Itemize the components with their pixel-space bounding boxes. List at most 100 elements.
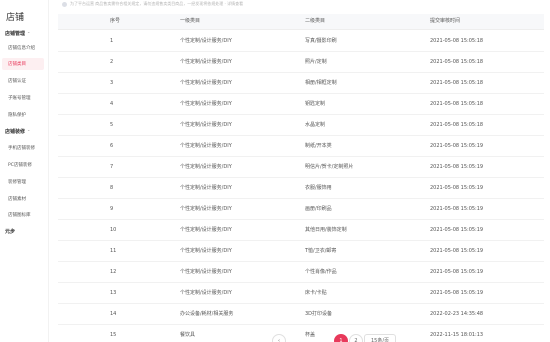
sidebar-item-sub-accounts[interactable]: 子账号管理 <box>8 95 31 101</box>
cell-submit-time: 2021-05-08 15:05:19 <box>430 143 484 149</box>
cell-secondary-category: 3D打印设备 <box>305 311 333 317</box>
sidebar-item-store-cert[interactable]: 店铺认证 <box>8 78 26 84</box>
column-header-primary-category: 一级类目 <box>180 18 201 24</box>
cell-submit-time: 2021-05-08 15:05:19 <box>430 164 484 170</box>
cell-secondary-category: 明信片/贺卡/定制照片 <box>305 164 354 170</box>
cell-submit-time: 2021-05-08 15:05:19 <box>430 290 484 296</box>
cell-secondary-category: 钥匙定制 <box>305 101 326 107</box>
nav-group-store-management[interactable]: 店铺管理 ⌃ <box>5 30 30 37</box>
chevron-up-icon: ⌃ <box>27 31 31 36</box>
sidebar-item-store-info[interactable]: 店铺信息介绍 <box>8 45 35 51</box>
cell-submit-time: 2021-05-08 15:05:18 <box>430 38 484 44</box>
cell-primary-category: 个性定制/设计服务/DIY <box>180 227 232 233</box>
table-row: 13 个性定制/设计服务/DIY 床卡/卡贴 2021-05-08 15:05:… <box>58 283 544 304</box>
table-row: 1 个性定制/设计服务/DIY 写真/摄影印刷 2021-05-08 15:05… <box>58 31 544 52</box>
table-header: 序号 一级类目 二级类目 提交审核时间 <box>58 14 544 30</box>
cell-index: 12 <box>110 269 117 275</box>
category-table: 序号 一级类目 二级类目 提交审核时间 1 个性定制/设计服务/DIY 写真/摄… <box>58 14 544 342</box>
cell-submit-time: 2021-05-08 15:05:18 <box>430 101 484 107</box>
cell-secondary-category: 衣服/服饰用 <box>305 185 332 191</box>
page-button-2[interactable]: 2 <box>349 334 363 342</box>
cell-secondary-category: 杯盖 <box>305 332 316 338</box>
sidebar-item-privacy[interactable]: 隐私保护 <box>8 112 26 118</box>
cell-secondary-category: 画册/印刷品 <box>305 206 332 212</box>
nav-group-misc[interactable]: 元步 <box>5 228 15 235</box>
sidebar-item-store-category[interactable]: 店铺类目 <box>8 61 26 67</box>
cell-primary-category: 个性定制/设计服务/DIY <box>180 248 232 254</box>
cell-submit-time: 2022-02-23 14:35:48 <box>430 311 484 317</box>
cell-index: 13 <box>110 290 117 296</box>
sidebar-item-decoration-manage[interactable]: 装修管理 <box>8 179 26 185</box>
sidebar-item-store-assets[interactable]: 店铺素材 <box>8 196 26 202</box>
cell-index: 6 <box>110 143 114 149</box>
cell-index: 4 <box>110 101 114 107</box>
cell-index: 2 <box>110 59 114 65</box>
cell-secondary-category: T恤/卫衣/邮寄 <box>305 248 337 254</box>
table-row: 14 办公设备/耗材/相关服务 3D打印设备 2022-02-23 14:35:… <box>58 304 544 325</box>
sidebar-item-pc-decoration[interactable]: PC店铺装修 <box>8 162 32 168</box>
cell-secondary-category: 水晶定制 <box>305 122 326 128</box>
cell-primary-category: 个性定制/设计服务/DIY <box>180 206 232 212</box>
nav-group-label: 店铺装修 <box>5 129 26 135</box>
cell-index: 10 <box>110 227 117 233</box>
cell-index: 7 <box>110 164 114 170</box>
cell-primary-category: 个性定制/设计服务/DIY <box>180 80 232 86</box>
nav-group-store-decoration[interactable]: 店铺装修 ⌃ <box>5 128 30 135</box>
table-row: 9 个性定制/设计服务/DIY 画册/印刷品 2021-05-08 15:05:… <box>58 199 544 220</box>
cell-primary-category: 个性定制/设计服务/DIY <box>180 269 232 275</box>
cell-primary-category: 餐饮具 <box>180 332 196 338</box>
page-size-select[interactable]: 15条/页 <box>364 334 396 342</box>
table-row: 15 餐饮具 杯盖 2022-11-15 18:01:13 <box>58 325 544 342</box>
table-row: 12 个性定制/设计服务/DIY 个性肖像/作品 2021-05-08 15:0… <box>58 262 544 283</box>
cell-primary-category: 个性定制/设计服务/DIY <box>180 122 232 128</box>
cell-index: 14 <box>110 311 117 317</box>
column-header-secondary-category: 二级类目 <box>305 18 326 24</box>
breadcrumb-notice: 为了平台运营 商品售卖需符合相关规定，请勿违规售卖类目商品，一经发现将依规处理 … <box>62 0 542 8</box>
table-row: 11 个性定制/设计服务/DIY T恤/卫衣/邮寄 2021-05-08 15:… <box>58 241 544 262</box>
column-header-submit-time: 提交审核时间 <box>430 18 461 24</box>
cell-index: 9 <box>110 206 114 212</box>
sidebar: 店铺 店铺管理 ⌃ 店铺信息介绍 店铺类目 店铺认证 子账号管理 隐私保护 店铺装… <box>0 0 49 342</box>
cell-primary-category: 个性定制/设计服务/DIY <box>180 38 232 44</box>
cell-secondary-category: 写真/摄影印刷 <box>305 38 337 44</box>
table-row: 6 个性定制/设计服务/DIY 制纸/开本类 2021-05-08 15:05:… <box>58 136 544 157</box>
column-header-index: 序号 <box>110 18 121 24</box>
cell-submit-time: 2021-05-08 15:05:18 <box>430 122 484 128</box>
table-row: 4 个性定制/设计服务/DIY 钥匙定制 2021-05-08 15:05:18 <box>58 94 544 115</box>
cell-secondary-category: 床卡/卡贴 <box>305 290 327 296</box>
cell-index: 3 <box>110 80 114 86</box>
cell-primary-category: 个性定制/设计服务/DIY <box>180 143 232 149</box>
cell-primary-category: 个性定制/设计服务/DIY <box>180 101 232 107</box>
sidebar-item-store-icons[interactable]: 店铺图标库 <box>8 212 31 218</box>
prev-page-button[interactable]: ‹ <box>272 334 286 342</box>
chevron-up-icon: ⌃ <box>27 129 31 134</box>
cell-index: 11 <box>110 248 117 254</box>
cell-primary-category: 办公设备/耗材/相关服务 <box>180 311 234 317</box>
cell-index: 5 <box>110 122 114 128</box>
cell-submit-time: 2021-05-08 15:05:19 <box>430 206 484 212</box>
cell-index: 15 <box>110 332 117 338</box>
table-row: 2 个性定制/设计服务/DIY 照片/定制 2021-05-08 15:05:1… <box>58 52 544 73</box>
cell-primary-category: 个性定制/设计服务/DIY <box>180 164 232 170</box>
cell-primary-category: 个性定制/设计服务/DIY <box>180 59 232 65</box>
cell-submit-time: 2022-11-15 18:01:13 <box>430 332 484 338</box>
info-icon <box>62 1 67 7</box>
nav-group-label: 店铺管理 <box>5 31 26 37</box>
cell-secondary-category: 个性肖像/作品 <box>305 269 337 275</box>
brand-title: 店铺 <box>6 13 25 23</box>
sidebar-item-mobile-decoration[interactable]: 手机店铺装修 <box>8 145 35 151</box>
cell-primary-category: 个性定制/设计服务/DIY <box>180 185 232 191</box>
table-row: 3 个性定制/设计服务/DIY 相册/相框定制 2021-05-08 15:05… <box>58 73 544 94</box>
cell-submit-time: 2021-05-08 15:05:19 <box>430 248 484 254</box>
cell-submit-time: 2021-05-08 15:05:19 <box>430 227 484 233</box>
cell-submit-time: 2021-05-08 15:05:19 <box>430 185 484 191</box>
app-root: 店铺 店铺管理 ⌃ 店铺信息介绍 店铺类目 店铺认证 子账号管理 隐私保护 店铺装… <box>0 0 550 342</box>
cell-primary-category: 个性定制/设计服务/DIY <box>180 290 232 296</box>
table-row: 7 个性定制/设计服务/DIY 明信片/贺卡/定制照片 2021-05-08 1… <box>58 157 544 178</box>
page-button-1[interactable]: 1 <box>334 334 348 342</box>
breadcrumb-text: 为了平台运营 商品售卖需符合相关规定，请勿违规售卖类目商品，一经发现将依规处理 … <box>70 1 244 6</box>
cell-index: 1 <box>110 38 114 44</box>
cell-secondary-category: 其他日用/装饰定制 <box>305 227 347 233</box>
table-row: 5 个性定制/设计服务/DIY 水晶定制 2021-05-08 15:05:18 <box>58 115 544 136</box>
cell-submit-time: 2021-05-08 15:05:19 <box>430 269 484 275</box>
